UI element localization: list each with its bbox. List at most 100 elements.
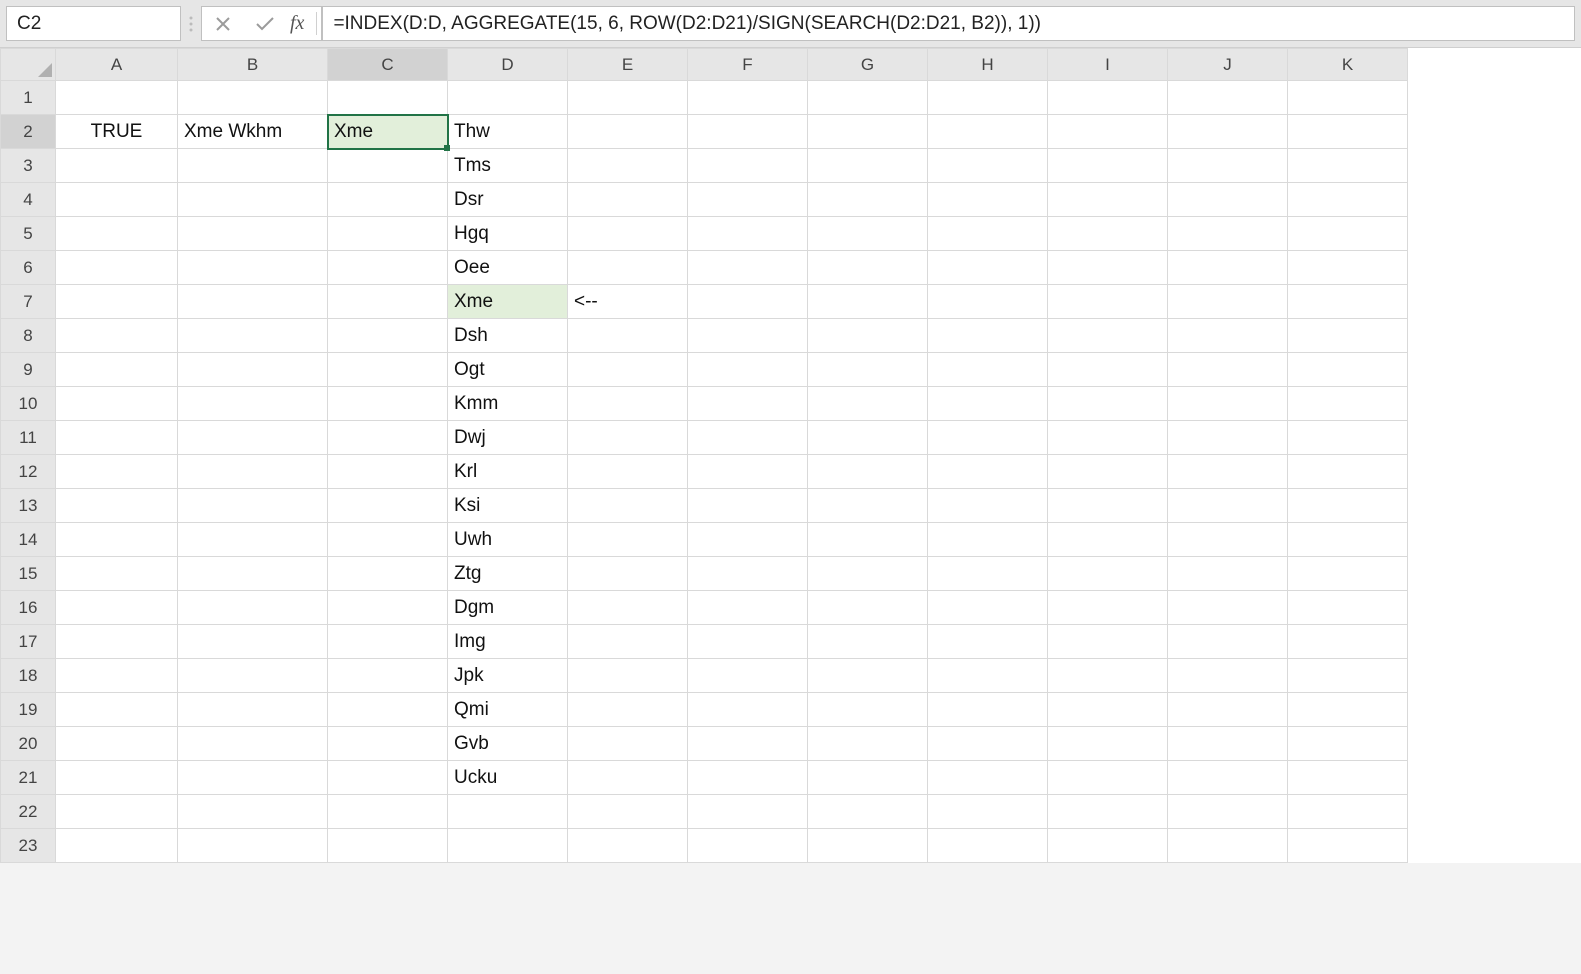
cell-B15[interactable]: [178, 557, 328, 591]
cell-I23[interactable]: [1048, 829, 1168, 863]
cell-J13[interactable]: [1168, 489, 1288, 523]
cell-I1[interactable]: [1048, 81, 1168, 115]
cell-J3[interactable]: [1168, 149, 1288, 183]
cell-A12[interactable]: [56, 455, 178, 489]
cell-D18[interactable]: Jpk: [448, 659, 568, 693]
cell-D14[interactable]: Uwh: [448, 523, 568, 557]
cell-B8[interactable]: [178, 319, 328, 353]
cell-A22[interactable]: [56, 795, 178, 829]
cell-E4[interactable]: [568, 183, 688, 217]
row-header-19[interactable]: 19: [1, 693, 56, 727]
cell-G19[interactable]: [808, 693, 928, 727]
cell-D12[interactable]: Krl: [448, 455, 568, 489]
cell-J18[interactable]: [1168, 659, 1288, 693]
cell-C11[interactable]: [328, 421, 448, 455]
cell-B9[interactable]: [178, 353, 328, 387]
cell-I8[interactable]: [1048, 319, 1168, 353]
cell-I19[interactable]: [1048, 693, 1168, 727]
cell-B2[interactable]: Xme Wkhm: [178, 115, 328, 149]
cell-D9[interactable]: Ogt: [448, 353, 568, 387]
cell-F3[interactable]: [688, 149, 808, 183]
cell-J14[interactable]: [1168, 523, 1288, 557]
row-header-10[interactable]: 10: [1, 387, 56, 421]
cell-B3[interactable]: [178, 149, 328, 183]
row-header-15[interactable]: 15: [1, 557, 56, 591]
row-header-4[interactable]: 4: [1, 183, 56, 217]
cell-J9[interactable]: [1168, 353, 1288, 387]
cell-I7[interactable]: [1048, 285, 1168, 319]
cell-A3[interactable]: [56, 149, 178, 183]
cell-H15[interactable]: [928, 557, 1048, 591]
column-header-C[interactable]: C: [328, 49, 448, 81]
cell-F6[interactable]: [688, 251, 808, 285]
column-header-K[interactable]: K: [1288, 49, 1408, 81]
cell-E22[interactable]: [568, 795, 688, 829]
cell-E10[interactable]: [568, 387, 688, 421]
cell-K6[interactable]: [1288, 251, 1408, 285]
cell-H22[interactable]: [928, 795, 1048, 829]
cell-A15[interactable]: [56, 557, 178, 591]
cell-H20[interactable]: [928, 727, 1048, 761]
cell-D10[interactable]: Kmm: [448, 387, 568, 421]
cell-H21[interactable]: [928, 761, 1048, 795]
cell-J19[interactable]: [1168, 693, 1288, 727]
row-header-14[interactable]: 14: [1, 523, 56, 557]
cell-J5[interactable]: [1168, 217, 1288, 251]
cell-F9[interactable]: [688, 353, 808, 387]
column-header-G[interactable]: G: [808, 49, 928, 81]
row-header-21[interactable]: 21: [1, 761, 56, 795]
cell-J7[interactable]: [1168, 285, 1288, 319]
row-header-6[interactable]: 6: [1, 251, 56, 285]
cell-A23[interactable]: [56, 829, 178, 863]
cell-H13[interactable]: [928, 489, 1048, 523]
cell-G11[interactable]: [808, 421, 928, 455]
row-header-12[interactable]: 12: [1, 455, 56, 489]
cell-I16[interactable]: [1048, 591, 1168, 625]
cell-H5[interactable]: [928, 217, 1048, 251]
cell-J4[interactable]: [1168, 183, 1288, 217]
cell-C12[interactable]: [328, 455, 448, 489]
cell-F5[interactable]: [688, 217, 808, 251]
column-header-F[interactable]: F: [688, 49, 808, 81]
cell-I14[interactable]: [1048, 523, 1168, 557]
column-header-H[interactable]: H: [928, 49, 1048, 81]
cell-D8[interactable]: Dsh: [448, 319, 568, 353]
cell-H7[interactable]: [928, 285, 1048, 319]
cell-I20[interactable]: [1048, 727, 1168, 761]
cell-A17[interactable]: [56, 625, 178, 659]
cell-A20[interactable]: [56, 727, 178, 761]
cell-A6[interactable]: [56, 251, 178, 285]
cell-B23[interactable]: [178, 829, 328, 863]
cell-B19[interactable]: [178, 693, 328, 727]
cell-G18[interactable]: [808, 659, 928, 693]
select-all-corner[interactable]: [1, 49, 56, 81]
cell-A4[interactable]: [56, 183, 178, 217]
row-header-1[interactable]: 1: [1, 81, 56, 115]
cell-C7[interactable]: [328, 285, 448, 319]
cell-F18[interactable]: [688, 659, 808, 693]
cell-H3[interactable]: [928, 149, 1048, 183]
cell-C1[interactable]: [328, 81, 448, 115]
row-header-23[interactable]: 23: [1, 829, 56, 863]
name-box-container[interactable]: [6, 6, 181, 41]
cell-H19[interactable]: [928, 693, 1048, 727]
cell-D15[interactable]: Ztg: [448, 557, 568, 591]
cell-D3[interactable]: Tms: [448, 149, 568, 183]
cell-B4[interactable]: [178, 183, 328, 217]
cell-K7[interactable]: [1288, 285, 1408, 319]
cell-I6[interactable]: [1048, 251, 1168, 285]
cell-J1[interactable]: [1168, 81, 1288, 115]
column-header-B[interactable]: B: [178, 49, 328, 81]
cell-J6[interactable]: [1168, 251, 1288, 285]
row-header-13[interactable]: 13: [1, 489, 56, 523]
cell-I9[interactable]: [1048, 353, 1168, 387]
cell-I3[interactable]: [1048, 149, 1168, 183]
cell-J23[interactable]: [1168, 829, 1288, 863]
formula-input[interactable]: =INDEX(D:D, AGGREGATE(15, 6, ROW(D2:D21)…: [322, 6, 1575, 41]
row-header-2[interactable]: 2: [1, 115, 56, 149]
cell-J16[interactable]: [1168, 591, 1288, 625]
cell-B13[interactable]: [178, 489, 328, 523]
cell-F12[interactable]: [688, 455, 808, 489]
cell-J17[interactable]: [1168, 625, 1288, 659]
cell-G21[interactable]: [808, 761, 928, 795]
